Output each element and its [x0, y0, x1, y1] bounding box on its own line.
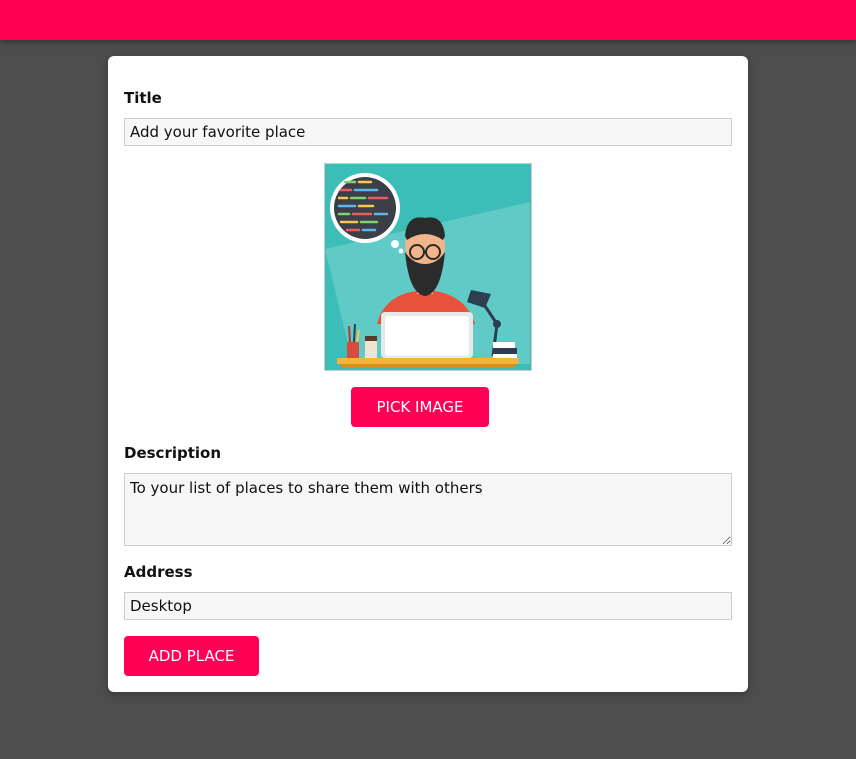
description-label: Description	[124, 444, 222, 462]
title-label: Title	[124, 89, 162, 107]
description-textarea[interactable]: To your list of places to share them wit…	[124, 473, 732, 546]
address-label: Address	[124, 563, 193, 581]
developer-illustration	[325, 164, 531, 370]
title-input[interactable]	[124, 118, 732, 146]
pick-image-button[interactable]: PICK IMAGE	[351, 387, 489, 427]
top-header-bar	[0, 0, 856, 40]
address-input[interactable]	[124, 592, 732, 620]
add-place-button[interactable]: ADD PLACE	[124, 636, 259, 676]
image-preview	[324, 163, 532, 371]
new-place-form: Title Add your favorite place PICK IMAGE…	[108, 56, 748, 692]
